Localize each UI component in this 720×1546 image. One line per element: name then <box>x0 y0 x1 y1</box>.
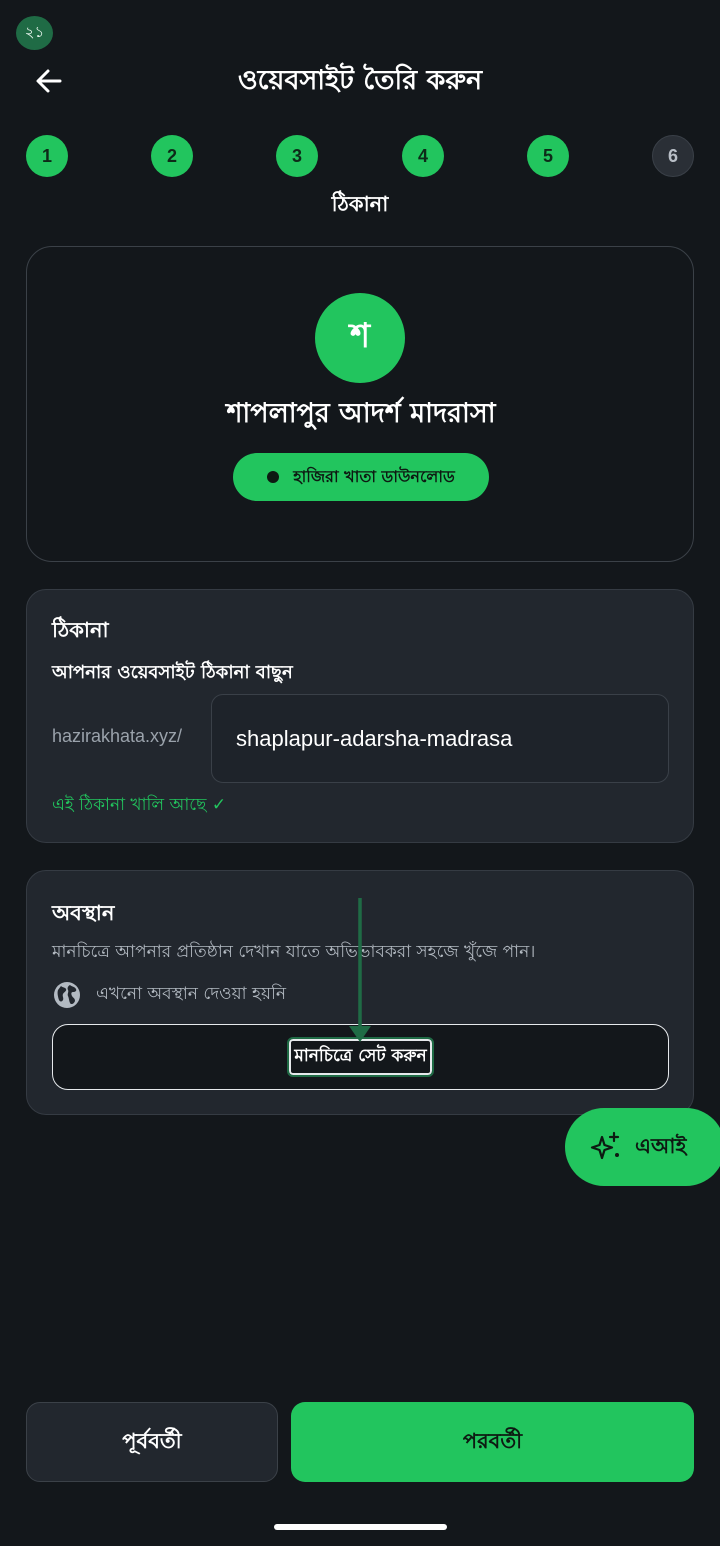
org-name: শাপলাপুর আদর্শ মাদরাসা <box>226 398 496 429</box>
website-preview-card: শ শাপলাপুর আদর্শ মাদরাসা হাজিরা খাতা ডাউ… <box>26 246 694 562</box>
location-status-text: এখনো অবস্থান দেওয়া হয়নি <box>96 984 286 1004</box>
step-1[interactable]: 1 <box>26 135 68 177</box>
domain-prefix: hazirakhata.xyz/ <box>52 726 183 746</box>
step-5[interactable]: 5 <box>527 135 569 177</box>
status-badge: ২১ <box>16 16 53 50</box>
step-2[interactable]: 2 <box>151 135 193 177</box>
avatar: শ <box>315 293 405 383</box>
step-6[interactable]: 6 <box>652 135 694 177</box>
previous-label: পূর্ববর্তী <box>122 1428 182 1453</box>
stepper: 1 2 3 4 5 6 <box>0 135 720 179</box>
sparkles-icon <box>590 1131 620 1160</box>
current-step-label: ঠিকানা <box>331 192 389 216</box>
home-indicator[interactable] <box>274 1524 447 1530</box>
header: ওয়েবসাইট তৈরি করুন <box>0 52 720 108</box>
page-title: ওয়েবসাইট তৈরি করুন <box>237 65 483 96</box>
globe-icon <box>54 982 80 1008</box>
dot-icon <box>267 471 280 483</box>
arrow-left-icon <box>36 69 62 93</box>
step-4[interactable]: 4 <box>402 135 444 177</box>
back-button[interactable] <box>30 62 68 100</box>
step-3[interactable]: 3 <box>276 135 318 177</box>
ai-assistant-button[interactable]: এআই <box>565 1108 720 1186</box>
ai-label: এআই <box>635 1133 687 1158</box>
address-title: ঠিকানা <box>52 618 109 642</box>
location-status: এখনো অবস্থান দেওয়া হয়নি <box>52 979 286 1011</box>
address-card: ঠিকানা আপনার ওয়েবসাইট ঠিকানা বাছুন hazi… <box>26 589 694 843</box>
download-app-pill: হাজিরা খাতা ডাউনলোড <box>233 453 489 501</box>
set-on-map-label: মানচিত্রে সেট করুন <box>287 1037 434 1077</box>
address-subtitle: আপনার ওয়েবসাইট ঠিকানা বাছুন <box>52 662 293 683</box>
address-slug-input[interactable] <box>211 694 669 783</box>
location-description: মানচিত্রে আপনার প্রতিষ্ঠান দেখান যাতে অভ… <box>52 942 536 962</box>
set-on-map-button[interactable]: মানচিত্রে সেট করুন <box>52 1024 669 1090</box>
previous-button[interactable]: পূর্ববর্তী <box>26 1402 278 1482</box>
availability-text: এই ঠিকানা খালি আছে ✓ <box>52 795 227 815</box>
next-label: পরবর্তী <box>462 1428 523 1453</box>
download-app-label: হাজিরা খাতা ডাউনলোড <box>293 466 455 486</box>
next-button[interactable]: পরবর্তী <box>291 1402 694 1482</box>
location-card: অবস্থান মানচিত্রে আপনার প্রতিষ্ঠান দেখান… <box>26 870 694 1115</box>
location-title: অবস্থান <box>52 901 115 925</box>
